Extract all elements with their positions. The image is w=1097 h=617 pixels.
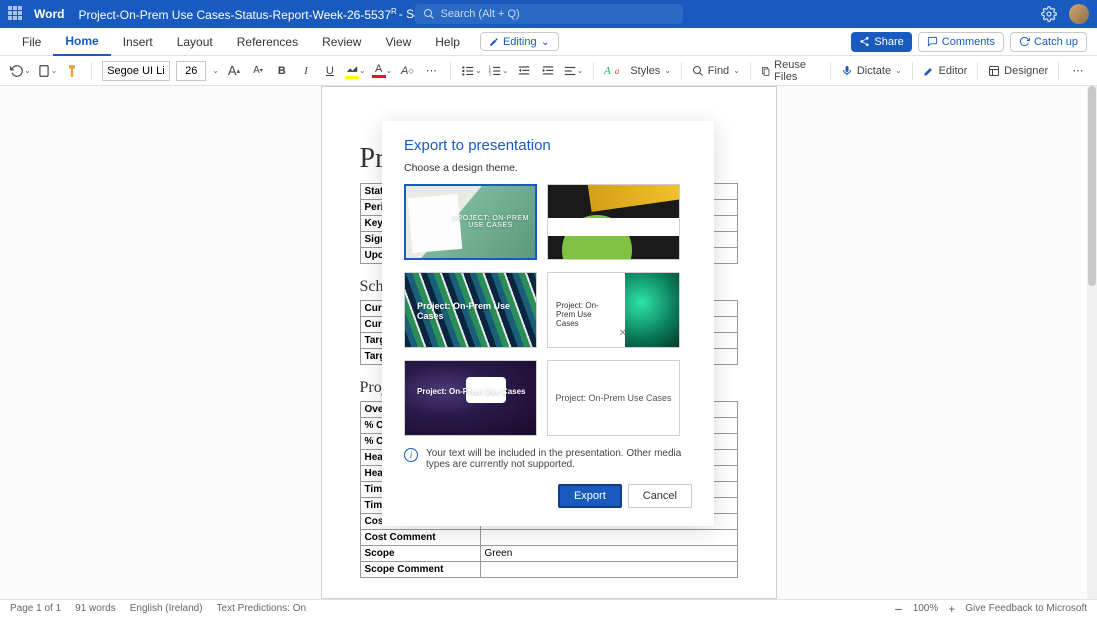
table-row: ScopeGreen <box>360 546 737 562</box>
menu-file[interactable]: File <box>10 28 53 56</box>
font-color-button[interactable]: A⌄ <box>372 61 393 81</box>
more-ribbon-button[interactable]: ⋯ <box>1069 61 1087 81</box>
theme-grid: PROJECT: ON-PREM USE CASES Project: On-P… <box>404 184 692 436</box>
undo-button[interactable]: ⌄ <box>10 61 31 81</box>
number-list-button[interactable]: 123⌄ <box>488 61 509 81</box>
info-icon: i <box>404 448 418 462</box>
decrease-font-button[interactable]: A▾ <box>249 61 267 81</box>
menu-help[interactable]: Help <box>423 28 472 56</box>
text-predictions-status[interactable]: Text Predictions: On <box>217 603 306 614</box>
align-button[interactable]: ⌄ <box>563 61 584 81</box>
mode-editing-dropdown[interactable]: Editing ⌄ <box>480 32 559 51</box>
menu-review[interactable]: Review <box>310 28 373 56</box>
menu-view[interactable]: View <box>373 28 423 56</box>
page-count[interactable]: Page 1 of 1 <box>10 603 61 614</box>
more-font-button[interactable]: ⋯ <box>422 61 440 81</box>
menu-layout[interactable]: Layout <box>165 28 225 56</box>
app-name: Word <box>34 7 64 21</box>
theme-option-6[interactable]: Project: On-Prem Use Cases <box>547 360 680 436</box>
increase-indent-button[interactable] <box>539 61 557 81</box>
highlight-color-button[interactable]: ⌄ <box>345 61 366 81</box>
scrollbar-thumb[interactable] <box>1088 86 1096 286</box>
table-row: Scope Comment <box>360 562 737 578</box>
menu-insert[interactable]: Insert <box>111 28 165 56</box>
dialog-info-text: Your text will be included in the presen… <box>426 448 692 470</box>
bullet-list-button[interactable]: ⌄ <box>461 61 482 81</box>
app-launcher-icon[interactable] <box>8 6 24 22</box>
zoom-out-button[interactable]: − <box>895 601 903 617</box>
styles-dropdown[interactable]: Aa Styles⌄ <box>604 65 671 77</box>
comments-button[interactable]: Comments <box>918 32 1004 52</box>
italic-button[interactable]: I <box>297 61 315 81</box>
dialog-title: Export to presentation <box>404 137 692 154</box>
dictate-dropdown[interactable]: Dictate⌄ <box>841 65 902 77</box>
dialog-info: i Your text will be included in the pres… <box>404 448 692 470</box>
export-button[interactable]: Export <box>558 484 622 508</box>
editor-button[interactable]: Editor <box>923 65 968 77</box>
catchup-button[interactable]: Catch up <box>1010 32 1087 52</box>
table-row: Cost Comment <box>360 530 737 546</box>
ribbon-toolbar: ⌄ ⌄ ⌄ A▴ A▾ B I U ⌄ A⌄ A◇ ⋯ ⌄ 123⌄ ⌄ Aa … <box>0 56 1097 86</box>
share-button[interactable]: Share <box>851 32 911 52</box>
search-placeholder: Search (Alt + Q) <box>441 8 520 20</box>
menu-references[interactable]: References <box>225 28 310 56</box>
theme-option-3[interactable]: Project: On-Prem Use Cases <box>404 272 537 348</box>
increase-font-button[interactable]: A▴ <box>225 61 243 81</box>
menu-home[interactable]: Home <box>53 28 110 56</box>
decrease-indent-button[interactable] <box>515 61 533 81</box>
font-family-dropdown[interactable] <box>102 61 170 81</box>
vertical-scrollbar[interactable] <box>1087 86 1097 599</box>
feedback-link[interactable]: Give Feedback to Microsoft <box>965 603 1087 614</box>
designer-button[interactable]: Designer <box>988 65 1048 77</box>
svg-text:3: 3 <box>488 71 491 76</box>
theme-option-1[interactable]: PROJECT: ON-PREM USE CASES <box>404 184 537 260</box>
export-to-presentation-dialog: Export to presentation Choose a design t… <box>382 121 714 526</box>
user-avatar[interactable] <box>1069 4 1089 24</box>
language[interactable]: English (Ireland) <box>130 603 203 614</box>
theme-option-2[interactable] <box>547 184 680 260</box>
format-painter-button[interactable] <box>63 61 81 81</box>
menu-bar: File Home Insert Layout References Revie… <box>0 28 1097 56</box>
word-count[interactable]: 91 words <box>75 603 116 614</box>
settings-gear-icon[interactable] <box>1041 6 1057 22</box>
font-size-dropdown[interactable] <box>176 61 206 81</box>
underline-button[interactable]: U <box>321 61 339 81</box>
font-size-chevron[interactable]: ⌄ <box>212 66 219 75</box>
title-bar: Word Project-On-Prem Use Cases-Status-Re… <box>0 0 1097 28</box>
zoom-in-button[interactable]: + <box>948 602 955 616</box>
reuse-files-button[interactable]: Reuse Files <box>761 59 820 83</box>
find-dropdown[interactable]: Find⌄ <box>692 65 740 77</box>
paste-button[interactable]: ⌄ <box>37 61 58 81</box>
bold-button[interactable]: B <box>273 61 291 81</box>
document-title[interactable]: Project-On-Prem Use Cases-Status-Report-… <box>78 7 396 22</box>
dialog-subtitle: Choose a design theme. <box>404 162 692 174</box>
zoom-level[interactable]: 100% <box>913 603 939 614</box>
theme-option-5[interactable]: Project: On-Prem Use Cases <box>404 360 537 436</box>
search-input[interactable]: Search (Alt + Q) <box>415 4 683 24</box>
cancel-button[interactable]: Cancel <box>628 484 692 508</box>
theme-option-4[interactable]: Project: On-Prem Use Cases✕ <box>547 272 680 348</box>
search-icon <box>423 8 435 20</box>
clear-formatting-button[interactable]: A◇ <box>398 61 416 81</box>
status-bar: Page 1 of 1 91 words English (Ireland) T… <box>0 599 1097 617</box>
